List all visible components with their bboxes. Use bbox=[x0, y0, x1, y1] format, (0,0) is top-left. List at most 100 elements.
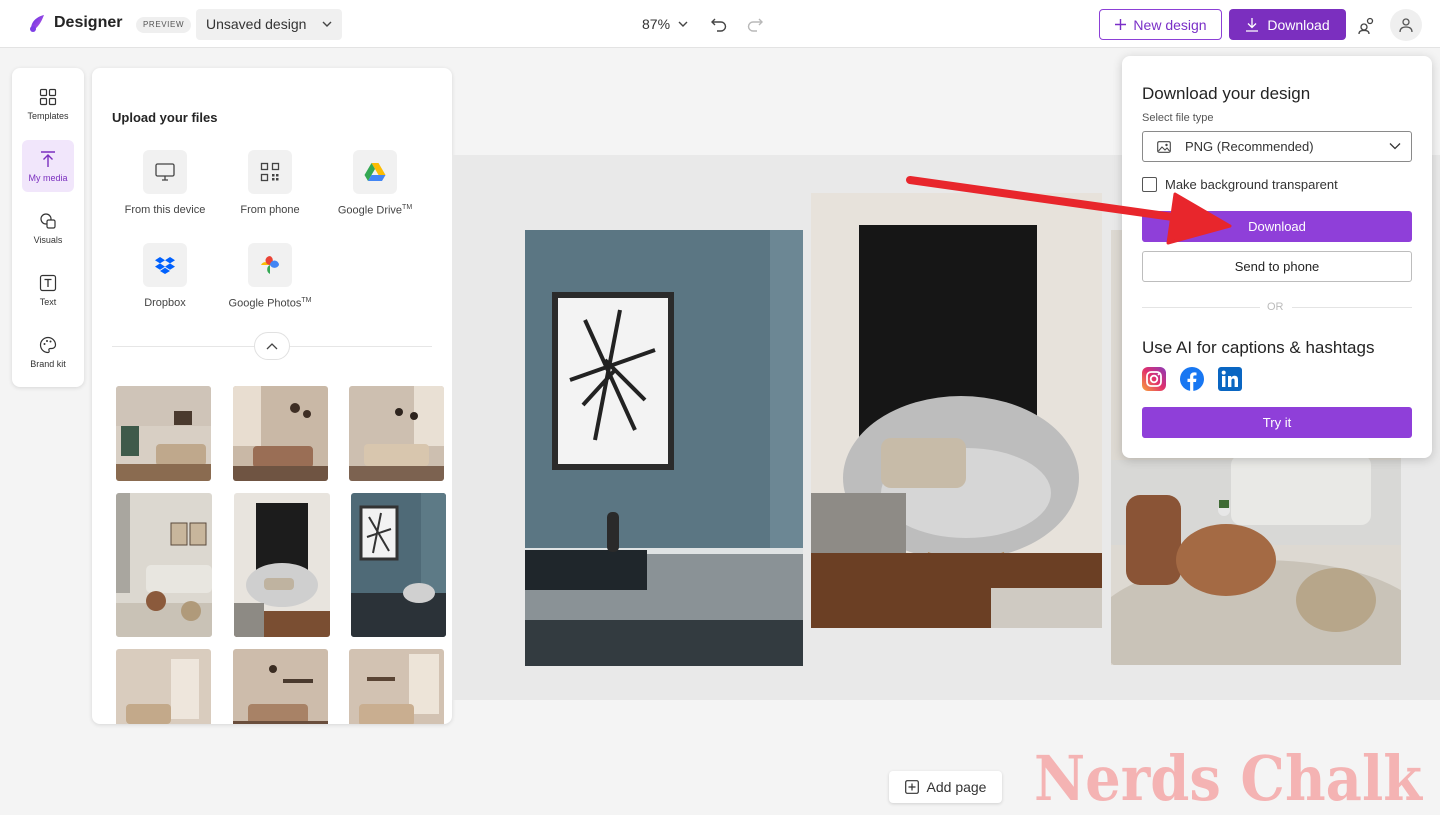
trademark-mark: TM bbox=[301, 297, 312, 304]
rail-item-templates[interactable]: Templates bbox=[22, 78, 74, 130]
add-page-label: Add page bbox=[926, 779, 987, 795]
source-label: Google Drive bbox=[337, 204, 403, 217]
top-bar: Designer PREVIEW Unsaved design 87% New … bbox=[0, 0, 1440, 48]
room-photo-image bbox=[349, 386, 444, 481]
google-drive-icon bbox=[364, 163, 386, 181]
chevron-down-icon bbox=[322, 21, 332, 27]
transparent-background-checkbox[interactable] bbox=[1142, 177, 1157, 192]
transparent-background-label: Make background transparent bbox=[1165, 177, 1338, 192]
source-icon-tile bbox=[353, 150, 397, 194]
my-media-panel: Upload your files From this device From … bbox=[92, 68, 452, 724]
designer-logo-icon bbox=[30, 15, 44, 32]
media-thumbnail[interactable] bbox=[349, 386, 444, 481]
share-people-icon[interactable] bbox=[1357, 15, 1377, 35]
media-thumbnail[interactable] bbox=[233, 649, 328, 724]
or-divider-text: OR bbox=[1267, 301, 1284, 313]
rail-item-visuals[interactable]: Visuals bbox=[22, 202, 74, 254]
panel-title: Upload your files bbox=[112, 110, 218, 125]
linkedin-icon[interactable] bbox=[1218, 367, 1242, 391]
preview-badge: PREVIEW bbox=[136, 17, 192, 33]
try-it-button[interactable]: Try it bbox=[1142, 407, 1412, 438]
left-rail: Templates My media Visuals Text Brand ki… bbox=[12, 68, 84, 387]
source-label: Google Photos bbox=[228, 297, 302, 310]
source-dropbox[interactable]: Dropbox bbox=[110, 243, 220, 309]
transparent-background-option[interactable]: Make background transparent bbox=[1142, 177, 1338, 192]
rail-label: Text bbox=[39, 296, 57, 307]
room-photo-image bbox=[116, 386, 211, 481]
undo-icon[interactable] bbox=[710, 15, 728, 33]
rail-item-text[interactable]: Text bbox=[22, 264, 74, 316]
media-thumbnail[interactable] bbox=[116, 649, 211, 724]
new-design-button[interactable]: New design bbox=[1099, 9, 1222, 40]
trademark-mark: TM bbox=[402, 204, 413, 211]
new-design-label: New design bbox=[1133, 16, 1207, 33]
palette-icon bbox=[39, 336, 57, 353]
room-photo-image bbox=[116, 493, 212, 637]
source-label: From phone bbox=[240, 204, 300, 216]
source-from-device[interactable]: From this device bbox=[110, 150, 220, 216]
monitor-icon bbox=[155, 163, 175, 181]
account-avatar[interactable] bbox=[1390, 9, 1422, 41]
visuals-icon bbox=[40, 212, 56, 229]
zoom-dropdown[interactable]: 87% bbox=[642, 16, 688, 32]
google-photos-icon bbox=[261, 256, 279, 274]
add-page-button[interactable]: Add page bbox=[889, 771, 1002, 803]
zoom-level: 87% bbox=[642, 16, 671, 32]
media-thumbnail[interactable] bbox=[349, 649, 444, 724]
source-icon-tile bbox=[143, 150, 187, 194]
design-name-dropdown[interactable]: Unsaved design bbox=[196, 9, 342, 40]
image-icon bbox=[1157, 140, 1171, 153]
plus-icon bbox=[1115, 19, 1127, 30]
media-thumbnail[interactable] bbox=[116, 386, 211, 481]
source-from-phone[interactable]: From phone bbox=[215, 150, 325, 216]
source-icon-tile bbox=[248, 243, 292, 287]
chevron-down-icon bbox=[678, 21, 688, 27]
media-thumbnail[interactable] bbox=[351, 493, 446, 637]
instagram-icon[interactable] bbox=[1142, 367, 1166, 391]
source-label: Dropbox bbox=[144, 297, 186, 309]
file-type-value: PNG (Recommended) bbox=[1185, 139, 1314, 154]
qr-code-icon bbox=[260, 162, 280, 182]
source-google-drive[interactable]: Google DriveTM bbox=[320, 150, 430, 217]
rail-item-my-media[interactable]: My media bbox=[22, 140, 74, 192]
canvas-photo-chair[interactable] bbox=[811, 193, 1102, 628]
chevron-down-icon bbox=[1389, 143, 1401, 150]
redo-icon[interactable] bbox=[746, 15, 764, 33]
source-icon-tile bbox=[248, 150, 292, 194]
file-type-label: Select file type bbox=[1142, 112, 1214, 124]
rail-label: Brand kit bbox=[30, 358, 66, 369]
or-divider-left bbox=[1142, 307, 1260, 308]
send-to-phone-button[interactable]: Send to phone bbox=[1142, 251, 1412, 282]
design-name-text: Unsaved design bbox=[206, 16, 307, 32]
collapse-sources-button[interactable] bbox=[254, 332, 290, 360]
download-top-button[interactable]: Download bbox=[1229, 9, 1346, 40]
room-photo-image bbox=[116, 649, 211, 724]
download-top-label: Download bbox=[1267, 16, 1330, 33]
dropbox-icon bbox=[155, 257, 175, 274]
source-label-wrap: Google PhotosTM bbox=[229, 297, 312, 310]
room-photo-image bbox=[234, 493, 330, 637]
media-thumbnail[interactable] bbox=[234, 493, 330, 637]
file-type-select[interactable]: PNG (Recommended) bbox=[1142, 131, 1412, 162]
app-name: Designer bbox=[54, 14, 123, 31]
or-divider-right bbox=[1292, 307, 1412, 308]
watermark-text: Nerds Chalk bbox=[1034, 742, 1424, 806]
person-icon bbox=[1399, 18, 1413, 33]
canvas-photo-blue-room[interactable] bbox=[525, 230, 803, 666]
download-popup: Download your design Select file type PN… bbox=[1122, 56, 1432, 458]
rail-item-brand-kit[interactable]: Brand kit bbox=[22, 326, 74, 378]
download-button[interactable]: Download bbox=[1142, 211, 1412, 242]
text-icon bbox=[39, 274, 57, 291]
ai-captions-title: Use AI for captions & hashtags bbox=[1142, 338, 1375, 357]
designer-logo[interactable]: Designer bbox=[28, 13, 122, 33]
facebook-icon[interactable] bbox=[1180, 367, 1204, 391]
source-google-photos[interactable]: Google PhotosTM bbox=[215, 243, 325, 310]
media-thumbnail[interactable] bbox=[233, 386, 328, 481]
rail-label: Visuals bbox=[33, 234, 63, 245]
add-page-icon bbox=[904, 780, 919, 794]
media-thumbnail[interactable] bbox=[116, 493, 212, 637]
upload-icon bbox=[41, 150, 55, 167]
source-label: From this device bbox=[124, 204, 206, 216]
nerds-chalk-watermark: Nerds Chalk bbox=[1034, 742, 1424, 806]
room-photo-image bbox=[349, 649, 444, 724]
